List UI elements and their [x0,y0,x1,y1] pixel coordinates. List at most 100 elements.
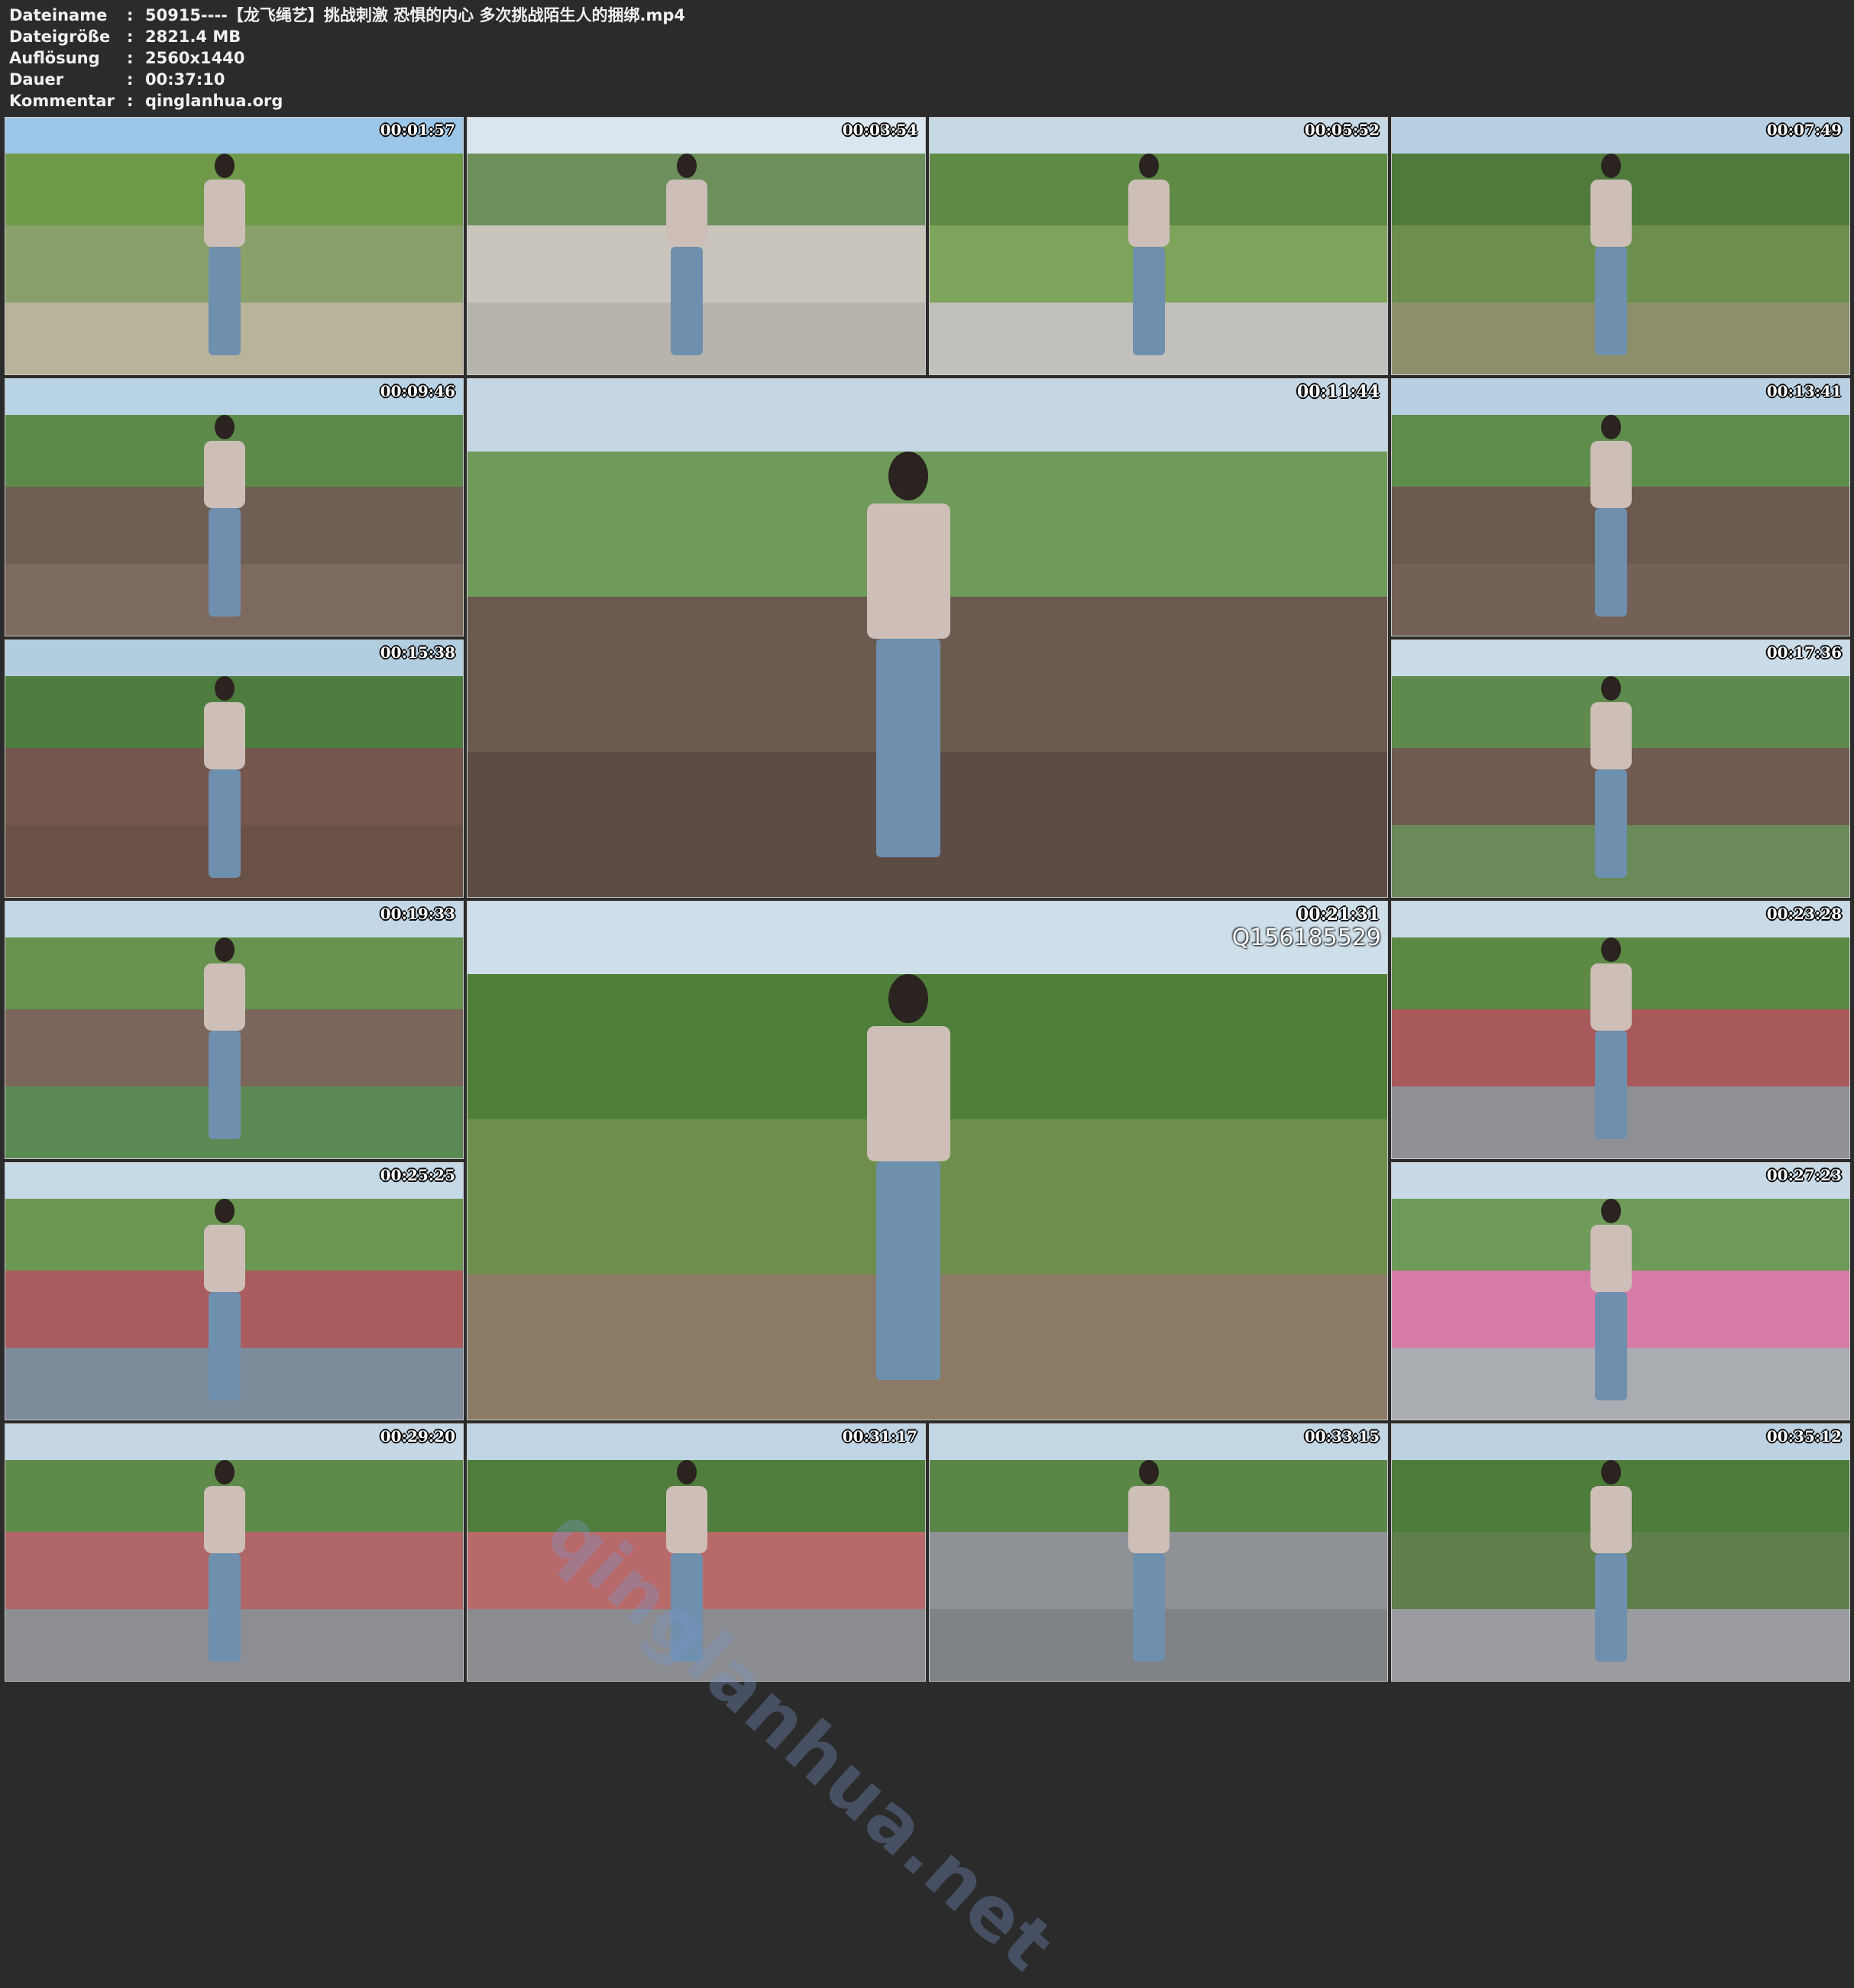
person-figure [1584,1199,1638,1420]
timestamp-label: 00:27:23 [1766,1166,1842,1184]
info-key: Kommentar [9,92,115,110]
info-key: Auflösung [9,49,100,67]
timestamp-label: 00:25:25 [380,1166,455,1184]
info-value: 2560x1440 [145,49,245,67]
jeans-shape [209,508,241,617]
person-figure [198,154,251,374]
thumbnail-frame[interactable]: 00:11:44 [467,378,1388,898]
info-key: Dauer [9,70,64,89]
timestamp-label: 00:29:20 [380,1427,455,1446]
timestamp-label: 00:23:28 [1766,905,1842,923]
jeans-shape [209,1031,241,1139]
timestamp-label: 00:19:33 [380,905,455,923]
thumbnail-frame[interactable]: 00:13:41 [1391,378,1850,636]
head-shape [1601,154,1621,178]
thumbnail-frame[interactable]: 00:15:38 [5,639,464,898]
jeans-shape [1595,247,1627,355]
jeans-shape [209,769,241,878]
info-row: Auflösung:2560x1440 [9,47,685,69]
head-shape [1601,415,1621,439]
head-shape [1139,154,1159,178]
head-shape [215,1199,235,1223]
person-figure [660,1460,713,1681]
thumbnail-frame[interactable]: 00:29:20 [5,1423,464,1682]
jeans-shape [1595,1553,1627,1662]
jeans-shape [209,1553,241,1662]
thumbnail-frame[interactable]: 00:27:23 [1391,1162,1850,1420]
blouse-shape [1590,702,1632,769]
person-figure [1584,415,1638,636]
jeans-shape [1595,769,1627,878]
head-shape [215,415,235,439]
person-figure [1584,1460,1638,1681]
head-shape [1601,937,1621,962]
thumbnail-frame[interactable]: 00:05:52 [929,117,1388,375]
person-figure [198,676,251,897]
info-key: Dateigröße [9,28,111,46]
jeans-shape [1595,1292,1627,1400]
blouse-shape [1590,180,1632,247]
timestamp-label: 00:15:38 [380,643,455,662]
jeans-shape [1595,508,1627,617]
blouse-shape [1590,1225,1632,1292]
blouse-shape [666,180,707,247]
person-figure [1584,154,1638,374]
person-figure [1584,937,1638,1158]
head-shape [215,937,235,962]
info-value: 50915----【龙飞绳艺】挑战刺激 恐惧的内心 多次挑战陌生人的捆绑.mp4 [145,6,686,24]
blouse-shape [1590,441,1632,508]
timestamp-label: 00:07:49 [1766,121,1842,139]
person-figure [198,1199,251,1420]
thumbnail-frame[interactable]: 00:21:31 Q156185529 [467,901,1388,1420]
info-row: Dateigröße:2821.4 MB [9,26,685,47]
info-value: 00:37:10 [145,70,225,89]
thumbnail-frame[interactable]: 00:25:25 [5,1162,464,1420]
blouse-shape [1128,180,1170,247]
blouse-shape [867,503,950,639]
head-shape [677,1460,697,1485]
info-value: qinglanhua.org [145,92,283,110]
timestamp-label: 00:33:15 [1304,1427,1380,1446]
blouse-shape [204,1486,245,1553]
thumbnail-frame[interactable]: 00:01:57 [5,117,464,375]
person-figure [1122,1460,1176,1681]
thumbnail-frame[interactable]: 00:07:49 [1391,117,1850,375]
thumbnail-frame[interactable]: 00:33:15 [929,1423,1388,1682]
qq-watermark: Q156185529 [1231,924,1381,951]
timestamp-label: 00:11:44 [1296,382,1380,402]
info-separator: : [127,49,134,67]
thumbnail-frame[interactable]: 00:09:46 [5,378,464,636]
jeans-shape [209,1292,241,1400]
jeans-shape [209,247,241,355]
person-figure [1122,154,1176,374]
jeans-shape [876,639,940,857]
info-row: Kommentar: qinglanhua.org [9,90,685,112]
blouse-shape [867,1026,950,1161]
person-figure [198,415,251,636]
head-shape [1601,676,1621,701]
timestamp-label: 00:09:46 [380,382,455,400]
timestamp-label: 00:17:36 [1766,643,1842,662]
info-separator: : [127,70,134,89]
thumbnail-frame[interactable]: 00:19:33 [5,901,464,1159]
timestamp-label: 00:13:41 [1766,382,1842,400]
head-shape [1601,1199,1621,1223]
thumbnail-frame[interactable]: 00:17:36 [1391,639,1850,898]
blouse-shape [1590,963,1632,1031]
blouse-shape [204,702,245,769]
jeans-shape [671,247,703,355]
person-figure [855,452,963,897]
thumbnail-frame[interactable]: 00:23:28 [1391,901,1850,1159]
timestamp-label: 00:21:31 [1296,905,1380,924]
info-separator: : [127,92,134,110]
thumbnail-frame[interactable]: 00:31:17 [467,1423,926,1682]
head-shape [888,452,928,500]
person-figure [198,937,251,1158]
head-shape [215,676,235,701]
head-shape [215,1460,235,1485]
blouse-shape [1128,1486,1170,1553]
jeans-shape [1595,1031,1627,1139]
head-shape [888,974,928,1023]
thumbnail-frame[interactable]: 00:35:12 [1391,1423,1850,1682]
thumbnail-frame[interactable]: 00:03:54 [467,117,926,375]
